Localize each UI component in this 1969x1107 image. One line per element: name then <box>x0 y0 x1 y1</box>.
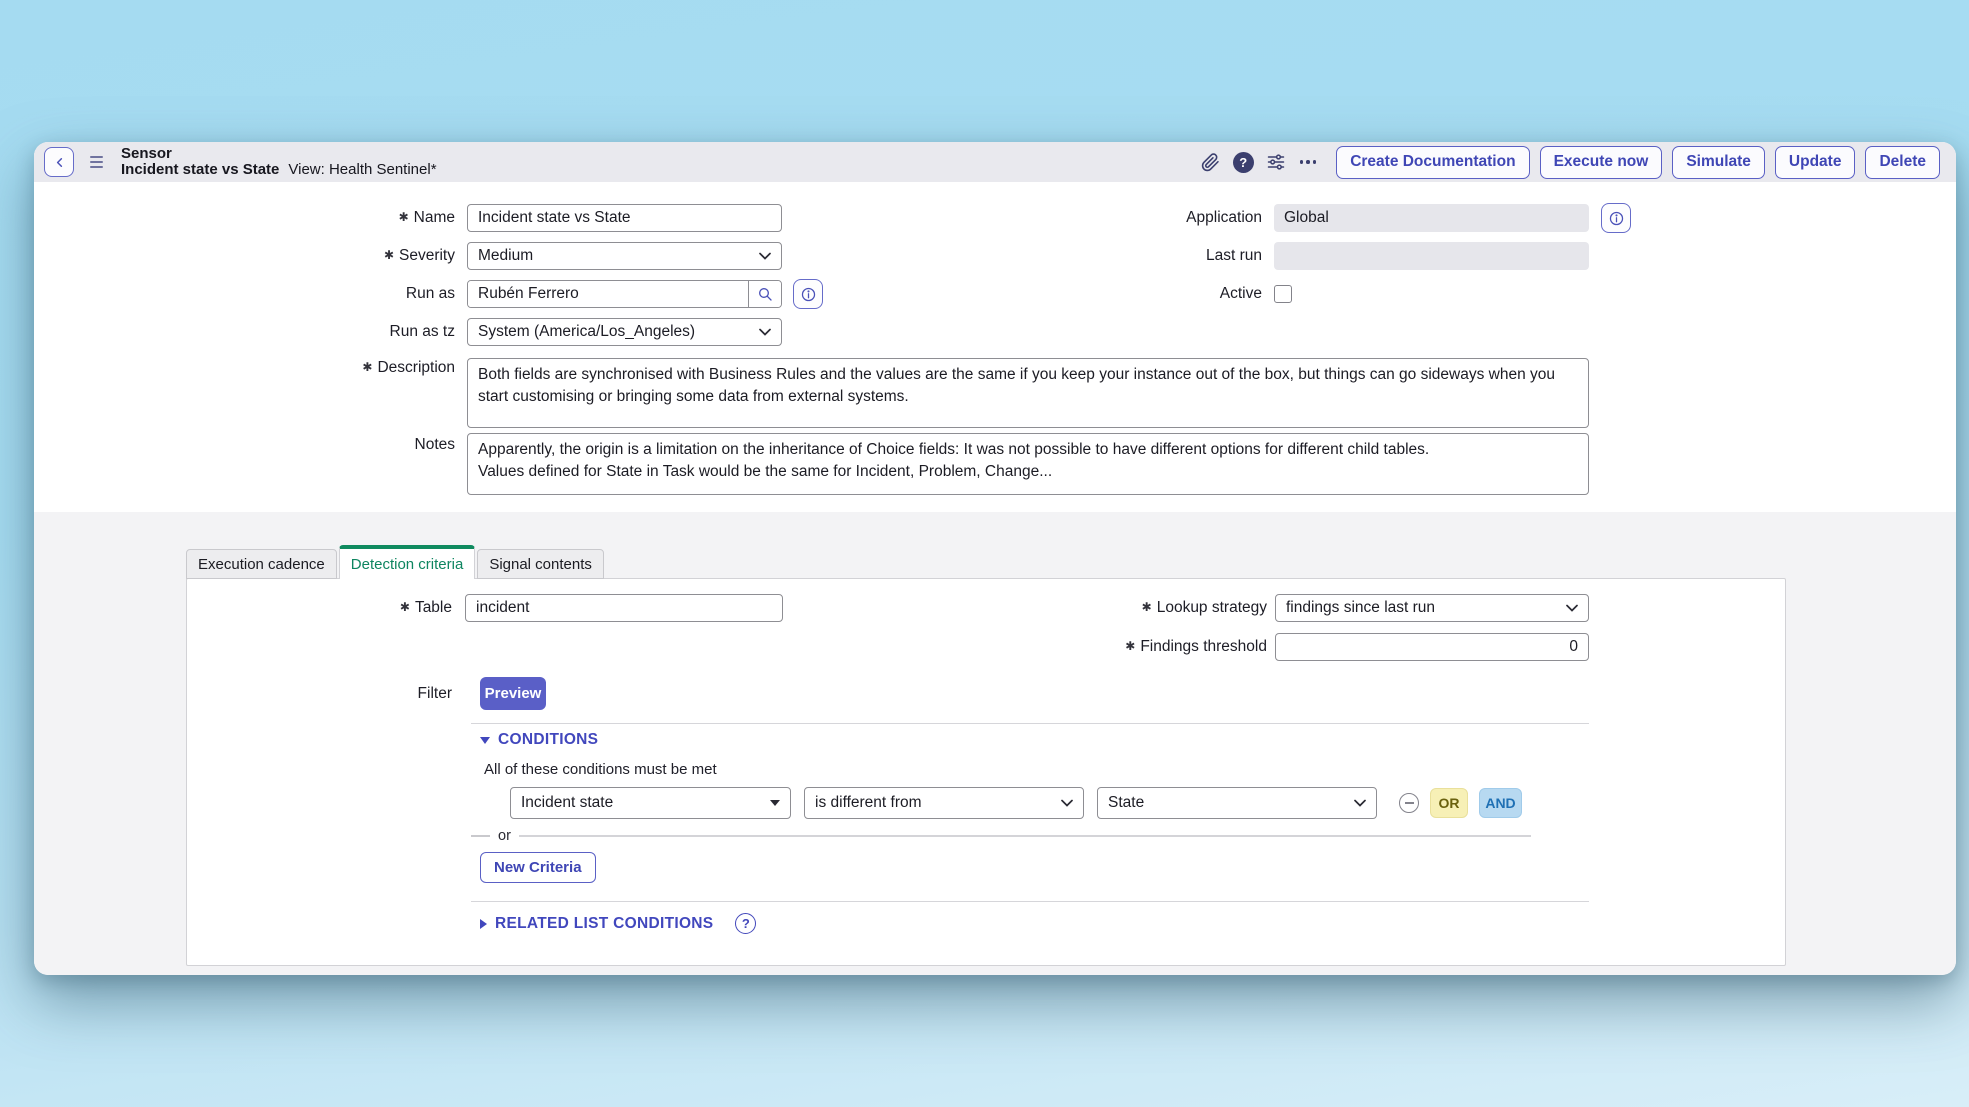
notes-textarea[interactable] <box>467 433 1589 495</box>
view-label: View: Health Sentinel* <box>288 161 436 178</box>
related-list-conditions-header[interactable]: RELATED LIST CONDITIONS ? <box>480 913 756 934</box>
description-textarea[interactable] <box>467 358 1589 428</box>
table-label: ✱Table <box>187 594 452 622</box>
record-title-block: Sensor Incident state vs State View: Heal… <box>121 146 437 178</box>
tab-execution-cadence[interactable]: Execution cadence <box>186 549 337 579</box>
form-header-bar: Sensor Incident state vs State View: Heal… <box>34 142 1956 182</box>
run-as-label: Run as <box>34 280 455 308</box>
severity-select[interactable]: Medium <box>467 242 782 270</box>
notes-label: Notes <box>34 435 455 455</box>
or-separator: or <box>471 829 1531 843</box>
run-as-input[interactable] <box>468 281 748 307</box>
sensor-record-window: Sensor Incident state vs State View: Heal… <box>34 142 1956 975</box>
simulate-button[interactable]: Simulate <box>1672 146 1765 179</box>
divider <box>471 901 1589 902</box>
conditions-subtitle: All of these conditions must be met <box>484 761 717 778</box>
chevron-down-icon <box>1354 799 1366 807</box>
findings-threshold-input[interactable] <box>1275 633 1589 661</box>
last-run-label: Last run <box>1034 242 1262 270</box>
new-criteria-button[interactable]: New Criteria <box>480 852 596 883</box>
divider <box>519 835 1531 837</box>
preview-button[interactable]: Preview <box>480 677 546 710</box>
filter-label: Filter <box>187 680 452 708</box>
condition-operator-select[interactable]: is different from <box>804 787 1084 819</box>
tab-signal-contents[interactable]: Signal contents <box>477 549 604 579</box>
last-run-field <box>1274 242 1589 270</box>
divider <box>471 723 1589 724</box>
run-as-tz-label: Run as tz <box>34 318 455 346</box>
sliders-icon[interactable] <box>1264 150 1288 174</box>
divider <box>471 835 490 837</box>
conditions-title: CONDITIONS <box>498 731 598 749</box>
lookup-strategy-label: ✱Lookup strategy <box>1007 594 1267 622</box>
lookup-strategy-select[interactable]: findings since last run <box>1275 594 1589 622</box>
dropdown-arrow-icon <box>770 800 780 806</box>
search-icon[interactable] <box>748 281 781 307</box>
info-icon <box>800 286 817 303</box>
run-as-info-button[interactable] <box>793 279 823 309</box>
related-list-conditions-title: RELATED LIST CONDITIONS <box>495 915 713 933</box>
tab-strip: Execution cadence Detection criteria Sig… <box>186 545 606 579</box>
run-as-tz-select[interactable]: System (America/Los_Angeles) <box>467 318 782 346</box>
severity-label: ✱Severity <box>34 242 455 270</box>
required-marker: ✱ <box>1142 600 1152 614</box>
back-button[interactable] <box>44 147 74 177</box>
desktop-background: Sensor Incident state vs State View: Heal… <box>0 0 1969 1107</box>
active-label: Active <box>1034 280 1262 308</box>
required-marker: ✱ <box>1125 639 1135 653</box>
table-input[interactable] <box>465 594 783 622</box>
required-marker: ✱ <box>400 600 410 614</box>
application-label: Application <box>1034 204 1262 232</box>
expand-triangle-icon <box>480 919 487 929</box>
delete-button[interactable]: Delete <box>1865 146 1940 179</box>
required-marker: ✱ <box>362 360 372 374</box>
chevron-left-icon <box>52 155 67 170</box>
help-icon[interactable]: ? <box>1233 152 1254 173</box>
and-condition-button[interactable]: AND <box>1479 788 1522 818</box>
or-separator-label: or <box>498 828 511 844</box>
related-list-help-icon[interactable]: ? <box>735 913 756 934</box>
paperclip-icon[interactable] <box>1199 150 1223 174</box>
header-actions: ? Create Documentation Execute now Simul… <box>1199 146 1940 179</box>
chevron-down-icon <box>759 252 771 260</box>
info-icon <box>1608 210 1625 227</box>
chevron-down-icon <box>1061 799 1073 807</box>
record-type-label: Sensor <box>121 146 437 162</box>
create-documentation-button[interactable]: Create Documentation <box>1336 146 1529 179</box>
remove-condition-icon[interactable] <box>1399 793 1419 813</box>
execute-now-button[interactable]: Execute now <box>1540 146 1663 179</box>
description-label: ✱Description <box>34 358 455 378</box>
findings-threshold-label: ✱Findings threshold <box>1007 633 1267 661</box>
condition-value-select[interactable]: State <box>1097 787 1377 819</box>
or-condition-button[interactable]: OR <box>1430 788 1468 818</box>
context-menu-icon[interactable] <box>90 156 103 168</box>
detection-criteria-pane: ✱Table ✱Lookup strategy findings since l… <box>186 578 1786 966</box>
update-button[interactable]: Update <box>1775 146 1856 179</box>
conditions-section-header[interactable]: CONDITIONS <box>480 731 598 749</box>
collapse-triangle-icon <box>480 737 490 744</box>
application-info-button[interactable] <box>1601 203 1631 233</box>
name-input[interactable] <box>467 204 782 232</box>
application-field: Global <box>1274 204 1589 232</box>
tab-detection-criteria[interactable]: Detection criteria <box>339 545 476 579</box>
chevron-down-icon <box>759 328 771 336</box>
more-actions-icon[interactable] <box>1298 160 1319 164</box>
active-checkbox[interactable] <box>1274 285 1292 303</box>
condition-field-select[interactable]: Incident state <box>510 787 791 819</box>
required-marker: ✱ <box>384 248 394 262</box>
name-label: ✱Name <box>34 204 455 232</box>
record-title: Incident state vs State <box>121 161 279 178</box>
required-marker: ✱ <box>399 210 409 224</box>
chevron-down-icon <box>1566 604 1578 612</box>
